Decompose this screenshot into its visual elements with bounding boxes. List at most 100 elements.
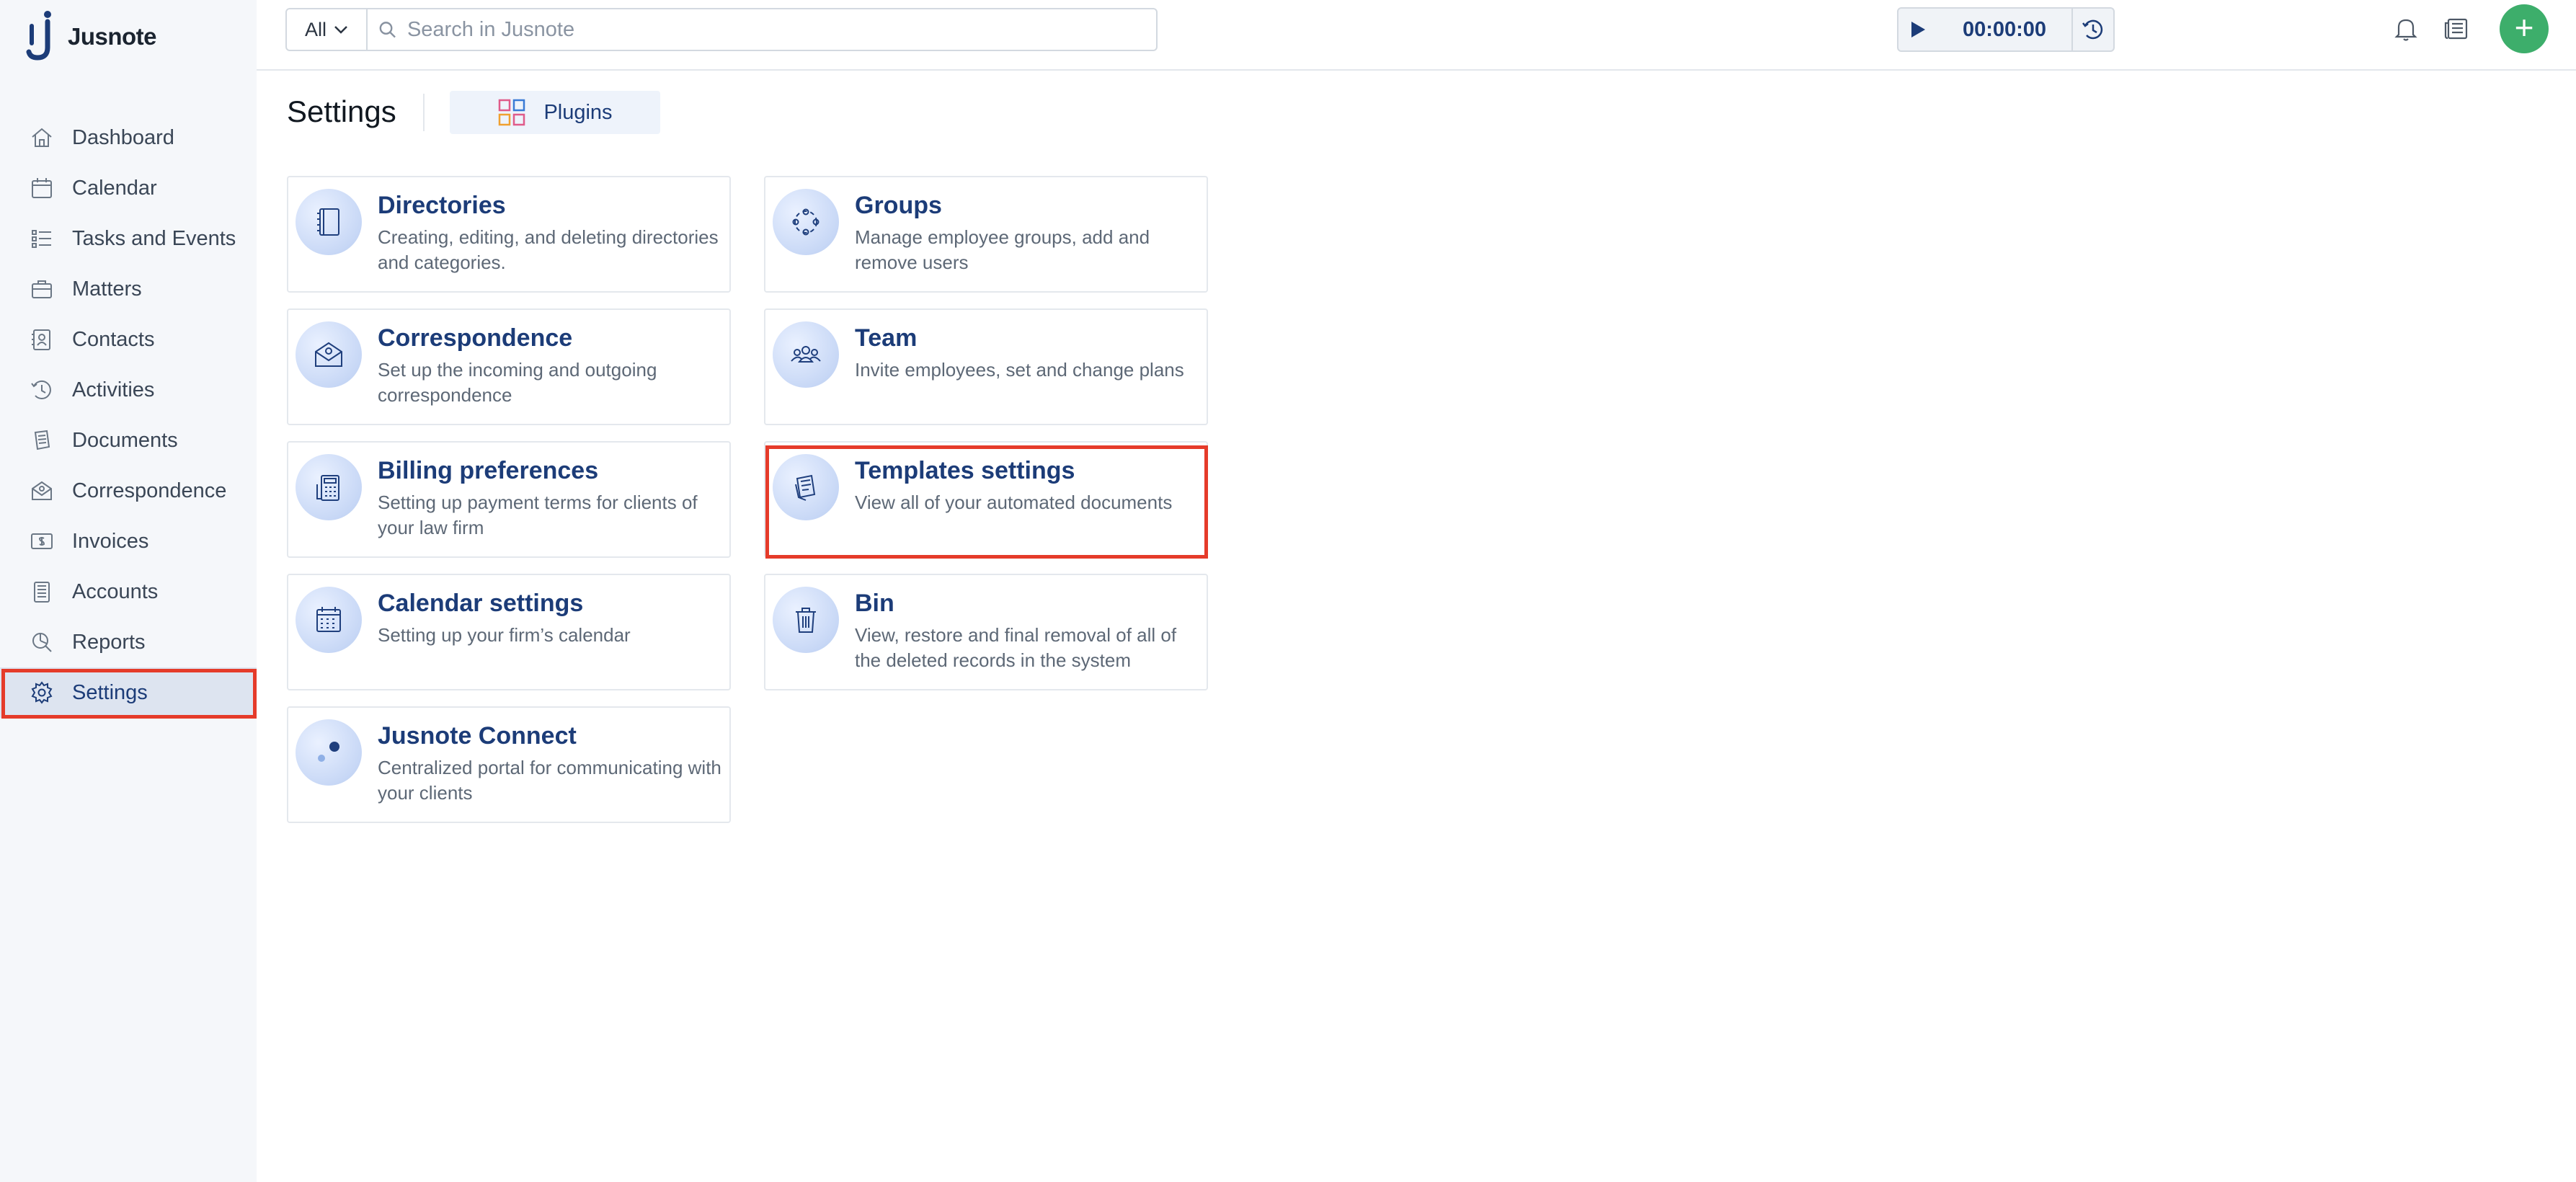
sidebar-item-tasks-and-events[interactable]: Tasks and Events: [0, 213, 257, 264]
plus-icon: +: [2514, 9, 2534, 46]
home-icon: [29, 125, 55, 151]
card-title: Bin: [855, 590, 894, 617]
envelope-icon: [296, 321, 362, 388]
directory-book-icon: [296, 189, 362, 255]
sidebar-item-dashboard[interactable]: Dashboard: [0, 112, 257, 163]
settings-card-jusnote-connect[interactable]: Jusnote Connect Centralized portal for c…: [287, 706, 731, 823]
sidebar-item-accounts[interactable]: Accounts: [0, 566, 257, 617]
logo[interactable]: Jusnote: [26, 10, 157, 63]
sidebar-item-label: Invoices: [72, 529, 149, 553]
sidebar-item-correspondence[interactable]: Correspondence: [0, 466, 257, 516]
calendar-settings-icon: [296, 587, 362, 653]
sidebar-item-label: Reports: [72, 630, 146, 654]
card-description: View all of your automated documents: [855, 492, 1173, 513]
billing-icon: [296, 454, 362, 520]
search-box: [368, 9, 1156, 50]
settings-card-correspondence[interactable]: Correspondence Set up the incoming and o…: [287, 308, 731, 425]
settings-card-directories[interactable]: Directories Creating, editing, and delet…: [287, 176, 731, 293]
sidebar-item-reports[interactable]: Reports: [0, 617, 257, 667]
sidebar-item-documents[interactable]: Documents: [0, 415, 257, 466]
card-description: Setting up your firm’s calendar: [378, 624, 631, 646]
sidebar-item-label: Matters: [72, 277, 142, 301]
documents-icon: [29, 427, 55, 453]
sidebar-item-label: Contacts: [72, 327, 155, 351]
reports-icon: [29, 629, 55, 655]
card-description: Set up the incoming and outgoing corresp…: [378, 359, 657, 406]
timer-play-button[interactable]: [1898, 9, 1937, 50]
tab-plugins-label: Plugins: [543, 100, 613, 124]
notifications-button[interactable]: [2390, 13, 2422, 45]
history-clock-icon: [2082, 19, 2103, 40]
card-title: Groups: [855, 192, 942, 219]
card-description: Manage employee groups, add and remove u…: [855, 226, 1150, 273]
time-tracker: 00:00:00: [1897, 7, 2115, 52]
news-button[interactable]: [2440, 13, 2472, 45]
card-title: Templates settings: [855, 457, 1075, 484]
sidebar-item-activities[interactable]: Activities: [0, 365, 257, 415]
jusnote-logo-icon: [26, 11, 51, 61]
play-icon: [1911, 22, 1925, 37]
sidebar-item-label: Activities: [72, 378, 155, 401]
trash-icon: [773, 587, 839, 653]
bell-icon: [2394, 19, 2417, 41]
add-new-button[interactable]: +: [2500, 4, 2549, 53]
card-description: Creating, editing, and deleting director…: [378, 226, 719, 273]
tab-plugins[interactable]: Plugins: [450, 91, 660, 134]
sidebar-item-label: Calendar: [72, 176, 157, 200]
card-title: Directories: [378, 192, 506, 219]
sidebar-item-label: Accounts: [72, 579, 159, 603]
sidebar-item-settings[interactable]: Settings: [0, 667, 257, 718]
card-description: Centralized portal for communicating wit…: [378, 757, 721, 804]
settings-card-calendar-settings[interactable]: Calendar settings Setting up your firm’s…: [287, 574, 731, 690]
sidebar-item-label: Dashboard: [72, 125, 174, 149]
search-scope-dropdown[interactable]: All: [287, 9, 368, 50]
team-icon: [773, 321, 839, 388]
settings-card-groups[interactable]: Groups Manage employee groups, add and r…: [764, 176, 1208, 293]
settings-card-billing-preferences[interactable]: Billing preferences Setting up payment t…: [287, 441, 731, 558]
chevron-down-icon: [334, 26, 347, 34]
settings-card-bin[interactable]: Bin View, restore and final removal of a…: [764, 574, 1208, 690]
activity-clock-icon: [29, 377, 55, 403]
accounts-icon: [29, 579, 55, 605]
timer-display: 00:00:00: [1937, 9, 2073, 50]
page-title: Settings: [287, 94, 396, 128]
title-divider: [423, 94, 425, 131]
search-icon: [379, 22, 396, 38]
sidebar: Jusnote Dashboard Calendar Tasks and Eve…: [0, 0, 257, 1182]
invoice-icon: [29, 528, 55, 554]
templates-icon: [773, 454, 839, 520]
card-title: Correspondence: [378, 324, 573, 352]
mail-icon: [29, 478, 55, 504]
sidebar-item-calendar[interactable]: Calendar: [0, 163, 257, 213]
settings-card-templates-settings[interactable]: Templates settings View all of your auto…: [764, 441, 1208, 558]
timer-history-button[interactable]: [2073, 9, 2113, 50]
gear-icon: [29, 680, 55, 706]
card-description: View, restore and final removal of all o…: [855, 624, 1177, 671]
sidebar-item-label: Settings: [72, 680, 148, 704]
card-title: Billing preferences: [378, 457, 599, 484]
global-search: All: [285, 8, 1158, 51]
card-description: Invite employees, set and change plans: [855, 359, 1184, 381]
calendar-icon: [29, 175, 55, 201]
card-title: Calendar settings: [378, 590, 584, 617]
sidebar-nav: Dashboard Calendar Tasks and Events Matt…: [0, 112, 257, 718]
sidebar-item-invoices[interactable]: Invoices: [0, 516, 257, 566]
search-scope-value: All: [304, 18, 327, 40]
app-name: Jusnote: [68, 23, 157, 50]
card-title: Jusnote Connect: [378, 722, 577, 750]
contacts-icon: [29, 326, 55, 352]
card-description: Setting up payment terms for clients of …: [378, 492, 698, 538]
tasks-icon: [29, 226, 55, 252]
top-bar: All: [257, 0, 2576, 71]
sidebar-item-label: Correspondence: [72, 479, 227, 502]
search-input[interactable]: [407, 17, 1156, 42]
sidebar-item-label: Tasks and Events: [72, 226, 236, 250]
sidebar-item-matters[interactable]: Matters: [0, 264, 257, 314]
card-title: Team: [855, 324, 918, 352]
sidebar-item-contacts[interactable]: Contacts: [0, 314, 257, 365]
settings-card-team[interactable]: Team Invite employees, set and change pl…: [764, 308, 1208, 425]
briefcase-icon: [29, 276, 55, 302]
newspaper-icon: [2444, 18, 2468, 40]
groups-icon: [773, 189, 839, 255]
sidebar-item-label: Documents: [72, 428, 178, 452]
